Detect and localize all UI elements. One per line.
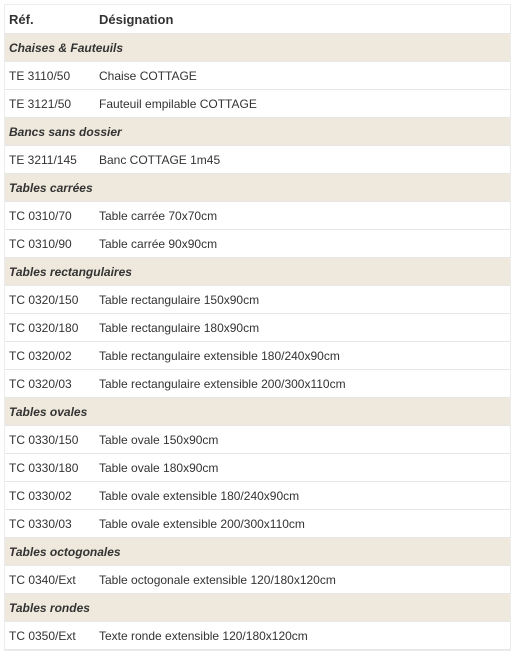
ref-cell: TC 0320/180 (5, 313, 95, 342)
table-row: TC 0340/Ext Table octogonale extensible 1… (5, 565, 510, 594)
table-row: TC 0330/150 Table ovale 150x90cm (5, 425, 510, 454)
table-row: TC 0330/02 Table ovale extensible 180/240… (5, 481, 510, 510)
designation-column-header: Désignation (95, 5, 510, 34)
category-label: Tables carrées (5, 173, 510, 202)
table-row: TC 0310/90 Table carrée 90x90cm (5, 229, 510, 258)
table-row: TE 3110/50 Chaise COTTAGE (5, 61, 510, 90)
ref-column-header: Réf. (5, 5, 95, 34)
category-label: Tables octogonales (5, 537, 510, 566)
ref-cell: TC 0330/150 (5, 425, 95, 454)
designation-cell: Table ovale 180x90cm (95, 453, 510, 482)
designation-cell: Fauteuil empilable COTTAGE (95, 89, 510, 118)
category-label: Chaises & Fauteuils (5, 33, 510, 62)
ref-cell: TC 0350/Ext (5, 621, 95, 650)
table-row: TC 0320/150 Table rectangulaire 150x90cm (5, 285, 510, 314)
designation-cell: Table carrée 70x70cm (95, 201, 510, 230)
designation-cell: Texte ronde extensible 120/180x120cm (95, 621, 510, 650)
category-row: Tables octogonales (5, 537, 510, 566)
ref-cell: TE 3211/145 (5, 145, 95, 174)
table-row: TC 0310/70 Table carrée 70x70cm (5, 201, 510, 230)
ref-cell: TC 0330/02 (5, 481, 95, 510)
ref-cell: TC 0310/90 (5, 229, 95, 258)
category-row: Tables rectangulaires (5, 257, 510, 286)
designation-cell: Chaise COTTAGE (95, 61, 510, 90)
designation-cell: Table ovale extensible 180/240x90cm (95, 481, 510, 510)
category-row: Bancs sans dossier (5, 117, 510, 146)
designation-cell: Table rectangulaire 180x90cm (95, 313, 510, 342)
table-row: TE 3121/50 Fauteuil empilable COTTAGE (5, 89, 510, 118)
ref-cell: TC 0330/180 (5, 453, 95, 482)
category-label: Tables rectangulaires (5, 257, 510, 286)
product-table: Réf. Désignation Chaises & Fauteuils TE 3… (5, 5, 510, 650)
designation-cell: Table carrée 90x90cm (95, 229, 510, 258)
table-row: TC 0330/180 Table ovale 180x90cm (5, 453, 510, 482)
designation-cell: Table ovale extensible 200/300x110cm (95, 509, 510, 538)
ref-cell: TE 3110/50 (5, 61, 95, 90)
designation-cell: Table rectangulaire extensible 200/300x1… (95, 369, 510, 398)
ref-cell: TC 0330/03 (5, 509, 95, 538)
designation-cell: Banc COTTAGE 1m45 (95, 145, 510, 174)
ref-cell: TC 0320/150 (5, 285, 95, 314)
category-label: Bancs sans dossier (5, 117, 510, 146)
ref-cell: TC 0320/02 (5, 341, 95, 370)
table-row: TC 0350/Ext Texte ronde extensible 120/18… (5, 621, 510, 650)
designation-cell: Table rectangulaire extensible 180/240x9… (95, 341, 510, 370)
product-table-container: Réf. Désignation Chaises & Fauteuils TE 3… (4, 4, 511, 651)
category-label: Tables rondes (5, 593, 510, 622)
category-row: Chaises & Fauteuils (5, 33, 510, 62)
table-body: Chaises & Fauteuils TE 3110/50 Chaise COTT… (5, 33, 510, 650)
ref-cell: TC 0320/03 (5, 369, 95, 398)
table-header-row: Réf. Désignation (5, 5, 510, 34)
ref-cell: TC 0340/Ext (5, 565, 95, 594)
table-row: TC 0320/03 Table rectangulaire extensible… (5, 369, 510, 398)
designation-cell: Table ovale 150x90cm (95, 425, 510, 454)
category-label: Tables ovales (5, 397, 510, 426)
table-row: TC 0320/180 Table rectangulaire 180x90cm (5, 313, 510, 342)
table-row: TC 0320/02 Table rectangulaire extensible… (5, 341, 510, 370)
ref-cell: TC 0310/70 (5, 201, 95, 230)
designation-cell: Table octogonale extensible 120/180x120c… (95, 565, 510, 594)
table-row: TE 3211/145 Banc COTTAGE 1m45 (5, 145, 510, 174)
table-row: TC 0330/03 Table ovale extensible 200/300… (5, 509, 510, 538)
category-row: Tables carrées (5, 173, 510, 202)
category-row: Tables rondes (5, 593, 510, 622)
category-row: Tables ovales (5, 397, 510, 426)
ref-cell: TE 3121/50 (5, 89, 95, 118)
designation-cell: Table rectangulaire 150x90cm (95, 285, 510, 314)
